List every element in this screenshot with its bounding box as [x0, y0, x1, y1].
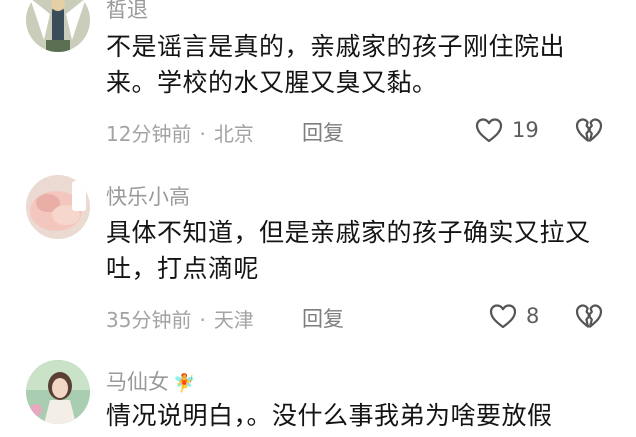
comment-meta: 35分钟前 · 天津 [106, 304, 254, 333]
timestamp: 12分钟前 [106, 122, 192, 146]
comment-text: 情况说明白，。没什么事我弟为啥要放假 [106, 401, 553, 430]
like-count: 19 [512, 118, 539, 142]
separator-dot: · [199, 122, 206, 146]
reply-button[interactable]: 回复 [302, 117, 344, 147]
heart-outline-icon [489, 304, 517, 329]
username-text: 马仙女 [106, 370, 169, 394]
username[interactable]: 皙退 [106, 0, 148, 24]
location: 北京 [213, 122, 254, 146]
avatar[interactable] [26, 175, 90, 239]
username[interactable]: 马仙女 🧚 [106, 366, 195, 396]
heart-outline-icon [475, 118, 503, 143]
like-button[interactable]: 8 [488, 302, 539, 330]
separator-dot: · [199, 308, 206, 332]
comment-meta: 12分钟前 · 北京 [106, 118, 254, 147]
avatar[interactable] [26, 360, 90, 424]
avatar[interactable] [26, 0, 90, 52]
like-button[interactable]: 19 [474, 116, 539, 144]
username[interactable]: 快乐小高 [106, 181, 190, 211]
timestamp: 35分钟前 [106, 308, 192, 332]
dislike-button[interactable] [574, 116, 604, 148]
reply-button[interactable]: 回复 [302, 303, 344, 333]
location: 天津 [213, 308, 254, 332]
comment-text: 不是谣言是真的，亲戚家的孩子刚住院出来。学校的水又腥又臭又黏。 [106, 32, 566, 97]
comment-text: 具体不知道，但是亲戚家的孩子确实又拉又吐，打点滴呢 [106, 218, 591, 283]
dislike-button[interactable] [574, 302, 604, 334]
fairy-emoji-icon: 🧚 [173, 373, 196, 394]
like-count: 8 [526, 304, 540, 328]
broken-heart-icon [575, 304, 603, 328]
broken-heart-icon [575, 118, 603, 142]
